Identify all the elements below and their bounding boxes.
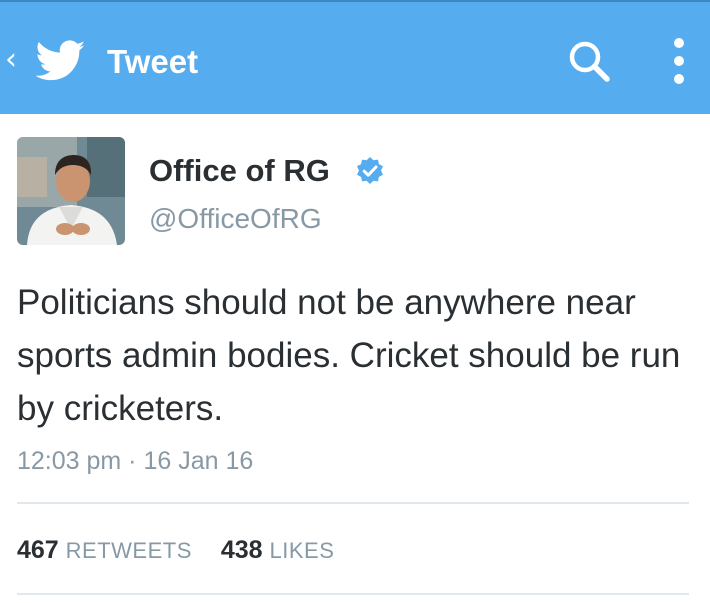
likes-label[interactable]: LIKES	[270, 538, 335, 563]
search-icon[interactable]	[564, 36, 614, 86]
chevron-left-icon[interactable]: ‹	[5, 42, 21, 82]
more-vertical-icon[interactable]	[662, 34, 696, 88]
author-name[interactable]: Office of RG	[149, 150, 330, 192]
retweets-count[interactable]: 467	[17, 536, 59, 564]
page-title: Tweet	[107, 43, 199, 80]
tweet-timestamp: 12:03 pm · 16 Jan 16	[17, 447, 254, 475]
tweet-stats: 467 RETWEETS 438 LIKES	[17, 532, 334, 569]
twitter-bird-icon[interactable]	[36, 40, 86, 82]
author-handle[interactable]: @OfficeOfRG	[149, 200, 322, 238]
divider	[17, 502, 689, 504]
tweet-text: Politicians should not be anywhere near …	[17, 283, 681, 428]
app-bar: ‹ Tweet	[0, 0, 710, 114]
divider	[17, 593, 689, 595]
likes-count[interactable]: 438	[221, 536, 263, 564]
avatar[interactable]	[17, 137, 125, 245]
retweets-label[interactable]: RETWEETS	[66, 538, 192, 563]
verified-badge-icon	[357, 157, 383, 184]
